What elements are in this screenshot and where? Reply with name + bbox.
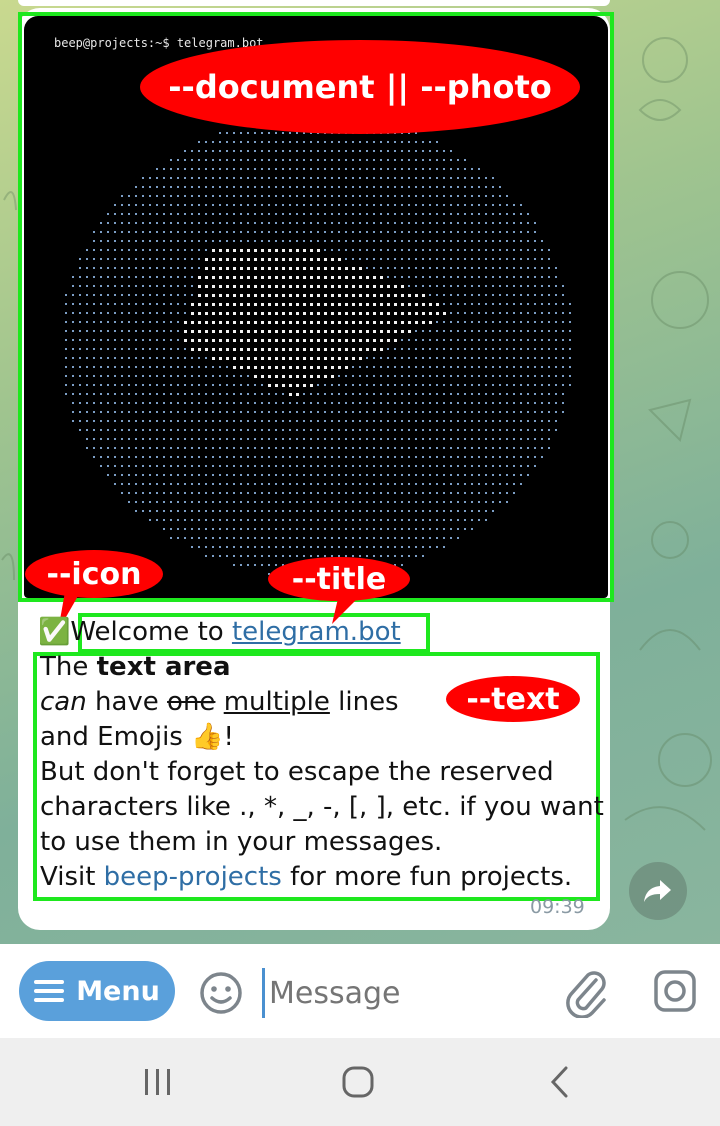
previous-message-bubble bbox=[18, 0, 610, 6]
attach-icon[interactable] bbox=[562, 966, 610, 1018]
share-button[interactable] bbox=[629, 862, 687, 920]
title-link[interactable]: telegram.bot bbox=[232, 617, 401, 647]
line2-text-a: have bbox=[86, 687, 168, 717]
camera-icon[interactable] bbox=[652, 968, 698, 1014]
beep-projects-link[interactable]: beep-projects bbox=[104, 862, 282, 892]
menu-button[interactable]: Menu bbox=[19, 961, 175, 1021]
thumbs-up-icon: 👍 bbox=[191, 722, 224, 752]
line3-text-b: ! bbox=[223, 722, 234, 752]
line1-text: The bbox=[40, 652, 97, 682]
message-text-line-3: and Emojis 👍! bbox=[40, 720, 590, 755]
recent-apps-icon[interactable] bbox=[140, 1066, 176, 1098]
message-timestamp: 09:39 bbox=[530, 896, 585, 918]
message-text-line-4: But don't forget to escape the reserved bbox=[40, 757, 554, 787]
emoji-icon[interactable] bbox=[198, 970, 244, 1016]
line7-text-b: for more fun projects. bbox=[281, 862, 573, 892]
line7-text-a: Visit bbox=[40, 862, 104, 892]
message-text-line-7: Visit beep-projects for more fun project… bbox=[40, 860, 590, 895]
message-title-line: ✅Welcome to telegram.bot bbox=[38, 615, 588, 650]
check-mark-icon: ✅ bbox=[38, 617, 71, 647]
line1-bold-text: text area bbox=[96, 652, 231, 682]
share-arrow-icon bbox=[644, 880, 671, 902]
callout-title: --title bbox=[268, 557, 410, 601]
message-input[interactable] bbox=[262, 968, 542, 1018]
hamburger-icon bbox=[34, 980, 65, 1002]
line2-strike-text: one bbox=[167, 687, 216, 717]
home-icon[interactable] bbox=[340, 1064, 376, 1100]
callout-icon: --icon bbox=[25, 550, 163, 598]
line2-text-c: lines bbox=[329, 687, 399, 717]
menu-button-label: Menu bbox=[76, 975, 160, 1007]
message-text-line-1: The text area bbox=[40, 650, 590, 685]
message-text-line-2: can have one multiple lines bbox=[40, 685, 590, 720]
back-icon[interactable] bbox=[544, 1064, 576, 1100]
line2-italic-text: can bbox=[40, 687, 87, 717]
line3-text-a: and Emojis bbox=[40, 722, 192, 752]
line2-underline-text: multiple bbox=[223, 687, 330, 717]
message-text-line-6: to use them in your messages. bbox=[40, 827, 443, 857]
callout-document: --document || --photo bbox=[140, 40, 580, 134]
message-title-prefix: Welcome to bbox=[70, 617, 232, 647]
line2-text-b bbox=[215, 687, 223, 717]
message-text-line-5: characters like ., *, _, -, [, ], etc. i… bbox=[40, 792, 604, 822]
